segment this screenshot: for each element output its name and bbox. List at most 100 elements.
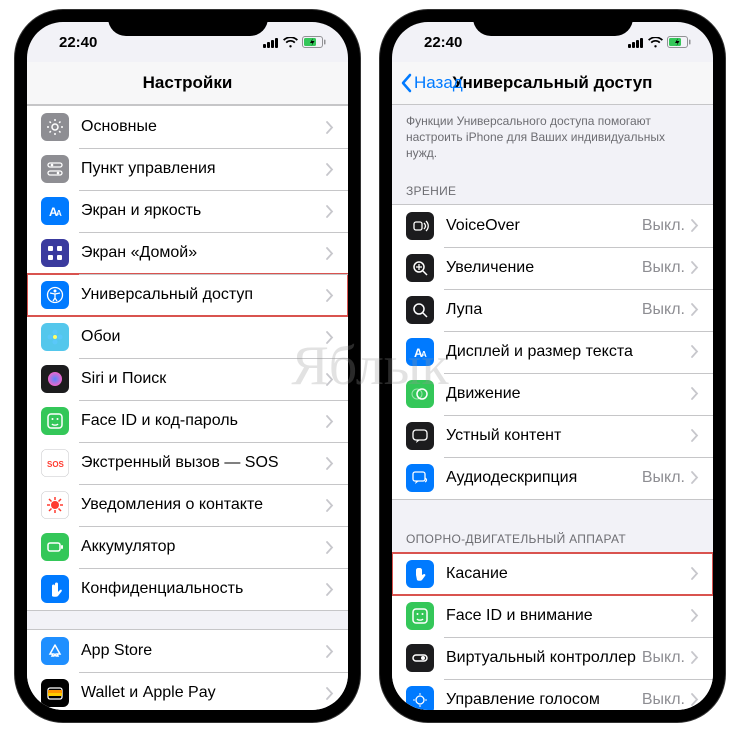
back-button[interactable]: Назад	[400, 73, 463, 93]
voiceover-icon	[406, 212, 434, 240]
settings-row-appstore[interactable]: App Store	[27, 630, 348, 672]
settings-row-battery[interactable]: Аккумулятор	[27, 526, 348, 568]
svg-text:A: A	[56, 209, 62, 218]
svg-text:A: A	[421, 350, 427, 359]
svg-text:SOS: SOS	[47, 460, 64, 469]
faceid-icon	[406, 602, 434, 630]
row-detail-off: Выкл.	[642, 469, 685, 487]
row-detail-off: Выкл.	[642, 301, 685, 319]
settings-row-wallet[interactable]: Wallet и Apple Pay	[27, 672, 348, 710]
text-size-icon: AA	[406, 338, 434, 366]
settings-row-switch[interactable]: Виртуальный контроллерВыкл.	[392, 637, 713, 679]
settings-row-voiceover[interactable]: VoiceOverВыкл.	[392, 205, 713, 247]
settings-row-faceid[interactable]: Face ID и код-пароль	[27, 400, 348, 442]
row-label: Экран и яркость	[81, 202, 326, 220]
chevron-right-icon	[326, 289, 334, 302]
settings-row-expose[interactable]: Уведомления о контакте	[27, 484, 348, 526]
row-label: Уведомления о контакте	[81, 496, 326, 514]
chevron-right-icon	[326, 247, 334, 260]
settings-row-zoom[interactable]: УвеличениеВыкл.	[392, 247, 713, 289]
accessibility-list[interactable]: Функции Универсального доступа помогают …	[392, 105, 713, 710]
settings-row-magnifier[interactable]: ЛупаВыкл.	[392, 289, 713, 331]
settings-row-display[interactable]: AA Экран и яркость	[27, 190, 348, 232]
settings-row-disptext[interactable]: AA Дисплей и размер текста	[392, 331, 713, 373]
row-label: Обои	[81, 328, 326, 346]
signal-icon	[263, 37, 279, 48]
settings-row-motion[interactable]: Движение	[392, 373, 713, 415]
chevron-right-icon	[691, 219, 699, 232]
row-label: Устный контент	[446, 427, 691, 445]
status-indicators	[628, 36, 691, 48]
row-label: Аккумулятор	[81, 538, 326, 556]
chevron-right-icon	[326, 331, 334, 344]
appstore-icon	[41, 637, 69, 665]
chevron-right-icon	[691, 303, 699, 316]
chevron-right-icon	[326, 163, 334, 176]
row-label: Аудиодескрипция	[446, 469, 642, 487]
status-time: 22:40	[59, 34, 97, 51]
row-label: Увеличение	[446, 259, 642, 277]
settings-list[interactable]: ОсновныеПункт управления AA Экран и яркост…	[27, 105, 348, 710]
row-label: Дисплей и размер текста	[446, 343, 691, 361]
settings-row-spoken[interactable]: Устный контент	[392, 415, 713, 457]
section-header: ЗРЕНИЕ	[392, 170, 713, 204]
settings-row-privacy[interactable]: Конфиденциальность	[27, 568, 348, 610]
notch	[108, 10, 268, 36]
settings-row-general[interactable]: Основные	[27, 106, 348, 148]
chevron-right-icon	[691, 609, 699, 622]
settings-row-access[interactable]: Универсальный доступ	[27, 274, 348, 316]
chevron-right-icon	[691, 471, 699, 484]
page-subtitle: Функции Универсального доступа помогают …	[392, 105, 713, 170]
row-label: Универсальный доступ	[81, 286, 326, 304]
accessibility-icon	[41, 281, 69, 309]
settings-row-wall[interactable]: Обои	[27, 316, 348, 358]
signal-icon	[628, 37, 644, 48]
settings-row-touch[interactable]: Касание	[392, 553, 713, 595]
notch	[473, 10, 633, 36]
settings-row-sos[interactable]: SOSЭкстренный вызов — SOS	[27, 442, 348, 484]
audio-icon	[406, 464, 434, 492]
settings-row-siri[interactable]: Siri и Поиск	[27, 358, 348, 400]
settings-group: ОсновныеПункт управления AA Экран и яркост…	[27, 105, 348, 611]
row-label: Wallet и Apple Pay	[81, 684, 326, 702]
back-label: Назад	[414, 73, 463, 93]
chevron-right-icon	[326, 457, 334, 470]
chevron-right-icon	[326, 121, 334, 134]
row-detail-off: Выкл.	[642, 649, 685, 667]
wallet-icon	[41, 679, 69, 707]
voice-icon	[406, 686, 434, 710]
siri-icon	[41, 365, 69, 393]
sos-icon: SOS	[41, 449, 69, 477]
flower-icon	[41, 323, 69, 351]
row-detail-off: Выкл.	[642, 691, 685, 709]
settings-row-home[interactable]: Экран «Домой»	[27, 232, 348, 274]
row-label: App Store	[81, 642, 326, 660]
motion-icon	[406, 380, 434, 408]
settings-row-audiodesc[interactable]: АудиодескрипцияВыкл.	[392, 457, 713, 499]
chevron-right-icon	[326, 687, 334, 700]
row-label: Face ID и внимание	[446, 607, 691, 625]
gear-icon	[41, 113, 69, 141]
chevron-right-icon	[326, 583, 334, 596]
zoom-icon	[406, 254, 434, 282]
chevron-right-icon	[326, 499, 334, 512]
row-label: Движение	[446, 385, 691, 403]
settings-row-faceatt[interactable]: Face ID и внимание	[392, 595, 713, 637]
chevron-right-icon	[691, 693, 699, 706]
hand-icon	[41, 575, 69, 603]
chevron-right-icon	[691, 261, 699, 274]
row-label: Экран «Домой»	[81, 244, 326, 262]
chevron-right-icon	[691, 387, 699, 400]
grid-icon	[41, 239, 69, 267]
speech-icon	[406, 422, 434, 450]
virus-icon	[41, 491, 69, 519]
row-label: VoiceOver	[446, 217, 642, 235]
settings-group: App Store Wallet и Apple Pay	[27, 629, 348, 710]
settings-row-voice[interactable]: Управление голосомВыкл.	[392, 679, 713, 710]
faceid-icon	[41, 407, 69, 435]
row-detail-off: Выкл.	[642, 259, 685, 277]
text-size-icon: AA	[41, 197, 69, 225]
battery-charging-icon	[667, 36, 691, 48]
chevron-right-icon	[691, 345, 699, 358]
settings-row-control[interactable]: Пункт управления	[27, 148, 348, 190]
